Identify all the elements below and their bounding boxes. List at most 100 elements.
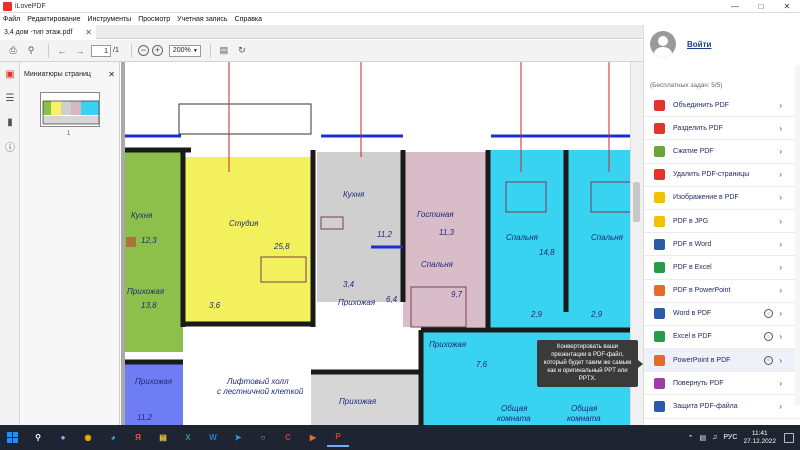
bookmark-icon[interactable]: ▮ bbox=[0, 110, 20, 134]
chevron-right-icon: › bbox=[779, 146, 782, 156]
zoom-select[interactable]: 200% ▼ bbox=[168, 44, 201, 57]
tool-item[interactable]: PDF в PowerPoint › bbox=[644, 280, 800, 303]
minimize-button[interactable]: — bbox=[722, 0, 748, 13]
rotate-icon[interactable]: ↻ bbox=[235, 44, 249, 58]
chevron-right-icon: › bbox=[779, 170, 782, 180]
title-bar: iLovePDF — □ ✕ bbox=[0, 0, 800, 13]
tools-scrollbar[interactable] bbox=[795, 65, 800, 405]
tool-item[interactable]: Excel в PDF ○ › bbox=[644, 326, 800, 350]
chevron-up-icon[interactable]: ⌃ bbox=[688, 434, 694, 442]
page-number-input[interactable]: 1 bbox=[91, 44, 111, 57]
ilovepdf-taskbar-icon[interactable]: P bbox=[327, 429, 349, 447]
chevron-right-icon: › bbox=[779, 286, 782, 296]
scrollbar-thumb[interactable] bbox=[633, 182, 640, 222]
prev-page-icon[interactable]: ← bbox=[55, 44, 69, 58]
room-area: 12,3 bbox=[141, 236, 157, 245]
free-tasks-counter: (Бесплатных задач: 5/5) bbox=[650, 82, 723, 89]
clock[interactable]: 11:41 27.12.2022 bbox=[743, 430, 776, 446]
tool-label: PDF в Word bbox=[673, 240, 712, 248]
zoom-in-icon[interactable]: + bbox=[151, 45, 163, 56]
menu-tools[interactable]: Инструменты bbox=[88, 16, 132, 23]
tool-label: Повернуть PDF bbox=[673, 379, 724, 387]
close-button[interactable]: ✕ bbox=[774, 0, 800, 13]
window-controls: — □ ✕ bbox=[722, 0, 800, 13]
page-thumbnail[interactable] bbox=[40, 92, 100, 127]
next-page-icon[interactable]: → bbox=[73, 44, 87, 58]
tool-item[interactable]: PDF в Word › bbox=[644, 233, 800, 257]
tool-item[interactable]: Повернуть PDF › bbox=[644, 372, 800, 396]
room-area: 2,9 bbox=[590, 310, 603, 319]
tool-icon bbox=[654, 261, 665, 273]
search-icon[interactable]: ⚲ bbox=[27, 429, 49, 447]
separator bbox=[209, 43, 211, 58]
tool-icon bbox=[654, 377, 665, 389]
close-tab-icon[interactable]: ✕ bbox=[85, 28, 92, 37]
browser-icon[interactable]: ○ bbox=[252, 429, 274, 447]
word-icon[interactable]: W bbox=[202, 429, 224, 447]
folder-icon[interactable]: ▤ bbox=[152, 429, 174, 447]
notifications-icon[interactable] bbox=[784, 432, 794, 443]
layers-icon[interactable]: ☰ bbox=[0, 86, 20, 110]
search-icon[interactable]: ⚲ bbox=[24, 44, 38, 58]
tool-icon bbox=[654, 169, 665, 181]
menu-file[interactable]: Файл bbox=[3, 16, 20, 23]
language-indicator[interactable]: РУС bbox=[723, 434, 737, 441]
tool-item[interactable]: Разделить PDF › bbox=[644, 117, 800, 141]
document-tabs: 3,4 дом -тип этаж.pdf ✕ bbox=[0, 25, 643, 39]
avatar bbox=[650, 31, 676, 57]
room-area: 3,6 bbox=[209, 301, 221, 310]
tool-item[interactable]: Сжатие PDF › bbox=[644, 140, 800, 164]
excel-icon[interactable]: X bbox=[177, 429, 199, 447]
room-area: 13,8 bbox=[141, 301, 157, 310]
tab-document[interactable]: 3,4 дом -тип этаж.pdf ✕ bbox=[0, 25, 96, 39]
tool-item[interactable]: Изображение в PDF › bbox=[644, 187, 800, 210]
app-icon[interactable]: C bbox=[277, 429, 299, 447]
thumbnails-icon[interactable]: ▣ bbox=[0, 62, 20, 86]
tool-item[interactable]: PowerPoint в PDF ○ › bbox=[644, 349, 800, 373]
yandex-icon[interactable]: Я bbox=[127, 429, 149, 447]
menu-view[interactable]: Просмотр bbox=[138, 16, 170, 23]
info-icon[interactable]: ⓘ bbox=[0, 134, 20, 158]
edge-icon[interactable]: ◕ bbox=[102, 429, 124, 447]
zoom-out-icon[interactable]: − bbox=[137, 45, 149, 56]
taskbar: ⚲ ● ◉ ◕ Я ▤ X W ➤ ○ C ▶ P ⌃ ▤ ♫ РУС 11:4… bbox=[0, 425, 800, 450]
tool-item[interactable]: Удалить PDF-страницы › bbox=[644, 164, 800, 187]
system-tray: ⌃ ▤ ♫ РУС 11:41 27.12.2022 bbox=[688, 430, 800, 446]
globe-icon: ○ bbox=[764, 355, 773, 365]
chrome-icon[interactable]: ◉ bbox=[77, 429, 99, 447]
tool-item[interactable]: Объединить PDF › bbox=[644, 94, 800, 118]
room-area: 2,9 bbox=[530, 310, 543, 319]
tool-item[interactable]: PDF в Excel › bbox=[644, 256, 800, 280]
maximize-button[interactable]: □ bbox=[748, 0, 774, 13]
menu-edit[interactable]: Редактирование bbox=[27, 16, 80, 23]
login-link[interactable]: Войти bbox=[687, 40, 711, 49]
network-icon[interactable]: ▤ bbox=[700, 434, 707, 442]
tool-label: Разделить PDF bbox=[673, 124, 723, 132]
room-area: 7,6 bbox=[476, 360, 488, 369]
assistant-icon[interactable]: ● bbox=[52, 429, 74, 447]
menu-account[interactable]: Учетная запись bbox=[177, 16, 227, 23]
tool-item[interactable]: PDF в JPG › bbox=[644, 210, 800, 234]
room-label: комната bbox=[567, 414, 601, 423]
tool-icon bbox=[654, 401, 665, 413]
page-fit-icon[interactable]: ▤ bbox=[217, 44, 231, 58]
close-panel-icon[interactable]: ✕ bbox=[108, 70, 115, 79]
chevron-down-icon: ▼ bbox=[192, 47, 198, 54]
start-button[interactable] bbox=[0, 425, 24, 450]
chevron-right-icon: › bbox=[779, 123, 782, 133]
volume-icon[interactable]: ♫ bbox=[712, 434, 717, 441]
tool-item[interactable]: Word в PDF ○ › bbox=[644, 303, 800, 326]
tool-label: PDF в JPG bbox=[673, 217, 709, 225]
tool-icon bbox=[654, 331, 665, 343]
menu-help[interactable]: Справка bbox=[235, 16, 262, 23]
room-area: 9,7 bbox=[451, 290, 463, 299]
telegram-icon[interactable]: ➤ bbox=[227, 429, 249, 447]
separator bbox=[130, 43, 132, 58]
tool-item[interactable]: Защита PDF-файла › bbox=[644, 395, 800, 419]
media-icon[interactable]: ▶ bbox=[302, 429, 324, 447]
print-icon[interactable]: ⎙ bbox=[6, 44, 20, 58]
chevron-right-icon: › bbox=[779, 239, 782, 249]
viewer-toolbar: ⎙ ⚲ ← → 1 /1 − + 200% ▼ ▤ ↻ bbox=[0, 40, 643, 62]
tool-icon bbox=[654, 215, 665, 227]
room-label: Спальня bbox=[591, 233, 624, 242]
